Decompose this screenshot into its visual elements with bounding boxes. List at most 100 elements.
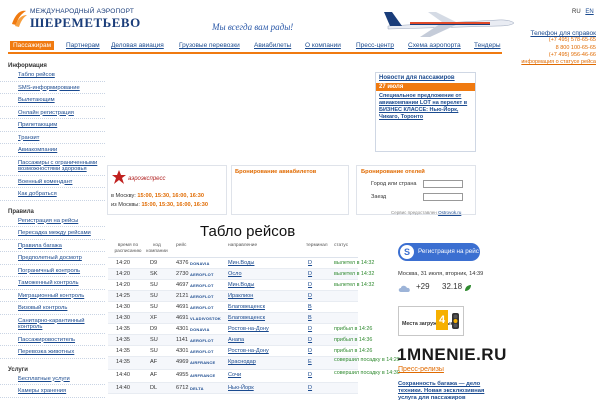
header: МЕЖДУНАРОДНЫЙ АЭРОПОРТ ШЕРЕМЕТЬЕВО Мы вс… xyxy=(0,0,600,65)
row-destination[interactable]: Краснодар xyxy=(228,359,256,365)
checkin-button[interactable]: S Регистрация на рейс xyxy=(398,243,480,261)
row-code: SU xyxy=(150,282,158,288)
airline-logo: DONAVIA xyxy=(190,261,210,266)
city-input[interactable] xyxy=(423,180,463,188)
row-destination[interactable]: Благовещенск xyxy=(228,304,265,310)
phone-1: (+7 495) 578-65-65 xyxy=(548,37,596,44)
sidebar-item-arriving[interactable]: Прилетающим xyxy=(0,122,105,132)
nav-business-aviation[interactable]: Деловая авиация xyxy=(111,42,164,49)
phones-block: Телефон для справок (+7 495) 578-65-65 8… xyxy=(508,30,596,66)
sidebar-item-online-checkin[interactable]: Онлайн регистрация xyxy=(0,110,105,119)
sidebar-item-migration[interactable]: Миграционный контроль xyxy=(0,293,105,302)
sidebar-item-connection[interactable]: Пересадка между рейсами xyxy=(0,230,105,240)
sidebar-item-airlines[interactable]: Авиакомпании xyxy=(0,147,105,157)
row-terminal[interactable]: D xyxy=(308,293,312,299)
press-item[interactable]: Сохранность багажа — дело техники. Новая… xyxy=(398,381,503,400)
row-code: AF xyxy=(150,372,158,378)
nav-about[interactable]: О компании xyxy=(305,42,341,49)
table-row: 14:40 DL 6712 DELTA Нью-Йорк D xyxy=(108,383,358,394)
nav-tickets[interactable]: Авиабилеты xyxy=(254,42,291,49)
airline-logo: AEROFLOT xyxy=(190,305,214,310)
sidebar-item-animals[interactable]: Перевозка животных xyxy=(0,349,105,359)
row-flight: 4691 xyxy=(176,304,189,310)
row-destination[interactable]: Мин.Воды xyxy=(228,260,254,266)
tickets-widget[interactable]: Бронирование авиабилетов xyxy=(231,165,349,215)
row-terminal[interactable]: D xyxy=(308,337,312,343)
sidebar-item-border[interactable]: Пограничный контроль xyxy=(0,268,105,277)
row-terminal[interactable]: D xyxy=(308,348,312,354)
sidebar-item-reduced-mobility[interactable]: Пассажиры с ограниченными возможностями … xyxy=(0,160,105,176)
row-terminal[interactable]: D xyxy=(308,385,312,391)
sidebar-item-customs[interactable]: Таможенный контроль xyxy=(0,280,105,290)
sidebar-item-sms[interactable]: SMS-информирование xyxy=(0,85,105,94)
sidebar-info-title: Информация xyxy=(8,63,47,69)
row-flight: 6712 xyxy=(176,385,189,391)
sidebar-item-departing[interactable]: Вылетающим xyxy=(0,97,105,107)
sidebar-item-free-services[interactable]: Бесплатные услуги xyxy=(0,376,105,385)
airplane-banner-image xyxy=(384,12,515,37)
sidebar-item-commandant[interactable]: Военный комендант xyxy=(0,179,105,188)
nav-tenders[interactable]: Тендеры xyxy=(474,42,501,49)
nav-partners[interactable]: Партнерам xyxy=(66,42,100,49)
news-item[interactable]: Специальное предложение от авиакомпании … xyxy=(376,91,475,123)
nav-airport-map[interactable]: Схема аэропорта xyxy=(408,42,461,49)
sidebar-item-screening[interactable]: Предполетный досмотр xyxy=(0,255,105,265)
row-terminal[interactable]: E xyxy=(308,359,312,365)
row-destination[interactable]: Сочи xyxy=(228,372,241,378)
lang-en[interactable]: EN xyxy=(585,9,593,15)
row-destination[interactable]: Анапа xyxy=(228,337,244,343)
airline-logo: AEROFLOT xyxy=(190,349,214,354)
airline-logo: DONAVIA xyxy=(190,327,210,332)
sidebar-item-visa[interactable]: Визовый контроль xyxy=(0,305,105,315)
row-destination[interactable]: Ираклион xyxy=(228,293,253,299)
row-terminal[interactable]: D xyxy=(308,326,312,332)
row-time: 14:20 xyxy=(116,282,130,288)
nav-passengers[interactable]: Пассажирам xyxy=(10,41,55,50)
temperature: +29 xyxy=(416,282,430,291)
row-destination[interactable]: Мин.Воды xyxy=(228,282,254,288)
nav-cargo[interactable]: Грузовые перевозки xyxy=(179,42,240,49)
parking-widget[interactable]: Места загруженные 4 xyxy=(398,306,464,336)
flight-status-link[interactable]: информация о статусе рейса xyxy=(508,59,596,66)
clock-time: 32.18 xyxy=(442,282,463,291)
row-time: 14:35 xyxy=(116,326,130,332)
sidebar-item-passenger[interactable]: Пассажировоститель xyxy=(0,337,105,346)
news-title[interactable]: Новости для пассажиров xyxy=(376,73,475,83)
row-status: прибыл в 14:26 xyxy=(334,326,373,332)
row-terminal[interactable]: D xyxy=(308,260,312,266)
board-title: Табло рейсов xyxy=(200,223,296,240)
nav-press-center[interactable]: Пресс-центр xyxy=(356,42,394,49)
lang-ru[interactable]: RU xyxy=(572,9,581,15)
row-terminal[interactable]: B xyxy=(308,304,312,310)
col-terminal: терминал xyxy=(306,243,328,248)
sidebar-item-directions[interactable]: Как добраться xyxy=(0,191,105,201)
to-moscow-times: 15:00, 15:30, 16:00, 16:30 xyxy=(137,193,204,199)
sidebar-item-transit[interactable]: Транзит xyxy=(0,135,105,144)
ostrovok-link[interactable]: Ostrovok.ru xyxy=(438,210,461,215)
row-terminal[interactable]: B xyxy=(308,315,312,321)
arrival-input[interactable] xyxy=(423,193,463,201)
row-terminal[interactable]: D xyxy=(308,282,312,288)
row-destination[interactable]: Осло xyxy=(228,271,242,277)
aeroexpress-widget[interactable]: аэроэкспресс в Москву: 15:00, 15:30, 16:… xyxy=(107,165,227,215)
row-destination[interactable]: Ростов-на-Дону xyxy=(228,348,269,354)
sidebar-item-checkin[interactable]: Регистрация на рейсы xyxy=(0,218,105,227)
phones-title[interactable]: Телефон для справок xyxy=(508,30,596,37)
row-destination[interactable]: Благовещенск xyxy=(228,315,265,321)
row-terminal[interactable]: D xyxy=(308,372,312,378)
row-flight: 4969 xyxy=(176,359,189,365)
sidebar-item-board[interactable]: Табло рейсов xyxy=(0,72,105,82)
row-terminal[interactable]: D xyxy=(308,271,312,277)
datetime: Москва, 31 июля, вторник, 14:39 xyxy=(398,271,484,277)
airport-logo[interactable]: МЕЖДУНАРОДНЫЙ АЭРОПОРТ ШЕРЕМЕТЬЕВО xyxy=(10,6,175,32)
press-title[interactable]: Пресс-релизы xyxy=(398,366,444,373)
city-label: Город или страна xyxy=(371,181,417,187)
row-destination[interactable]: Нью-Йорк xyxy=(228,385,254,391)
sidebar-item-luggage-storage[interactable]: Камеры хранения xyxy=(0,388,105,398)
sidebar-item-quarantine[interactable]: Санитарно-карантинный контроль xyxy=(0,318,105,334)
table-row: 14:35 D9 4301 DONAVIA Ростов-на-Дону Dприбыл … xyxy=(108,324,372,335)
sidebar-item-baggage[interactable]: Правила багажа xyxy=(0,243,105,252)
row-time: 14:30 xyxy=(116,315,130,321)
row-time: 14:35 xyxy=(116,348,130,354)
row-destination[interactable]: Ростов-на-Дону xyxy=(228,326,269,332)
